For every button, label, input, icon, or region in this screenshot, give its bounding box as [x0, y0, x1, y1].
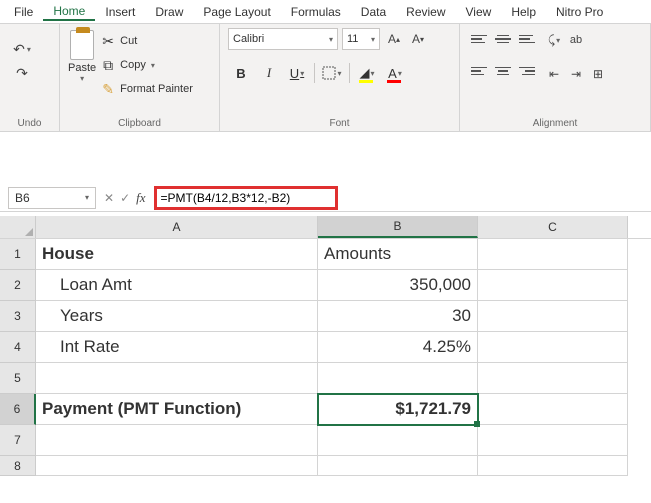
align-left-button[interactable] [468, 60, 490, 82]
cell-B2[interactable]: 350,000 [318, 270, 478, 301]
cell-B7[interactable] [318, 425, 478, 456]
tab-help[interactable]: Help [501, 3, 546, 21]
increase-font-button[interactable]: A▴ [384, 29, 404, 49]
col-header-B[interactable]: B [318, 216, 478, 238]
align-top-button[interactable] [468, 28, 490, 50]
clipboard-group-label: Clipboard [68, 118, 211, 129]
chevron-down-icon: ▾ [85, 193, 89, 202]
decrease-indent-button[interactable]: ⇤ [544, 64, 564, 84]
tab-data[interactable]: Data [351, 3, 396, 21]
cell-C8[interactable] [478, 456, 628, 476]
align-center-button[interactable] [492, 60, 514, 82]
cell-B8[interactable] [318, 456, 478, 476]
cell-A5[interactable] [36, 363, 318, 394]
cell-B1[interactable]: Amounts [318, 239, 478, 270]
border-icon [322, 66, 336, 80]
select-all-corner[interactable] [0, 216, 36, 238]
cell-A3[interactable]: Years [36, 301, 318, 332]
row-header-7[interactable]: 7 [0, 425, 36, 456]
cell-B4[interactable]: 4.25% [318, 332, 478, 363]
enter-formula-icon[interactable]: ✓ [120, 191, 130, 205]
font-name-select[interactable]: Calibri▾ [228, 28, 338, 50]
row-header-2[interactable]: 2 [0, 270, 36, 301]
cell-C4[interactable] [478, 332, 628, 363]
tab-home[interactable]: Home [43, 2, 95, 21]
orientation-button[interactable]: ⤹▾ [544, 30, 564, 50]
cell-B3[interactable]: 30 [318, 301, 478, 332]
cell-A1[interactable]: House [36, 239, 318, 270]
cell-B5[interactable] [318, 363, 478, 394]
cancel-formula-icon[interactable]: ✕ [104, 191, 114, 205]
formula-bar: B6 ▾ ✕ ✓ fx [0, 184, 651, 212]
row-header-8[interactable]: 8 [0, 456, 36, 476]
cell-A6[interactable]: Payment (PMT Function) [36, 394, 318, 425]
scissors-icon: ✂ [100, 33, 116, 49]
copy-icon: ⧉ [100, 57, 116, 73]
cut-button[interactable]: ✂ Cut [100, 30, 193, 52]
tab-formulas[interactable]: Formulas [281, 3, 351, 21]
col-header-C[interactable]: C [478, 216, 628, 238]
tab-insert[interactable]: Insert [95, 3, 145, 21]
cell-A2[interactable]: Loan Amt [36, 270, 318, 301]
undo-button[interactable]: ↶▾ [8, 38, 36, 60]
col-header-A[interactable]: A [36, 216, 318, 238]
paste-button[interactable]: Paste ▾ [68, 28, 96, 83]
redo-button[interactable]: ↷ [8, 62, 36, 84]
cell-C6[interactable] [478, 394, 628, 425]
row-header-6[interactable]: 6 [0, 394, 36, 425]
font-color-button[interactable]: A ▾ [382, 60, 408, 86]
cell-C5[interactable] [478, 363, 628, 394]
tab-draw[interactable]: Draw [145, 3, 193, 21]
font-size-select[interactable]: 11▾ [342, 28, 380, 50]
wrap-text-button[interactable]: ab [566, 30, 586, 50]
format-painter-button[interactable]: ✎ Format Painter [100, 78, 193, 100]
paste-icon [70, 30, 94, 60]
alignment-group-label: Alignment [468, 118, 642, 129]
borders-button[interactable]: ▾ [319, 60, 345, 86]
cell-A4[interactable]: Int Rate [36, 332, 318, 363]
align-middle-button[interactable] [492, 28, 514, 50]
menu-bar: File Home Insert Draw Page Layout Formul… [0, 0, 651, 24]
fx-icon[interactable]: fx [136, 190, 145, 206]
increase-indent-button[interactable]: ⇥ [566, 64, 586, 84]
tab-page-layout[interactable]: Page Layout [193, 3, 280, 21]
italic-button[interactable]: I [256, 60, 282, 86]
cell-A8[interactable] [36, 456, 318, 476]
bucket-icon: ◢ [359, 65, 369, 81]
formula-input[interactable] [161, 191, 331, 205]
undo-group-label: Undo [8, 118, 51, 129]
tab-view[interactable]: View [456, 3, 502, 21]
align-bottom-button[interactable] [516, 28, 538, 50]
row-header-3[interactable]: 3 [0, 301, 36, 332]
cell-C7[interactable] [478, 425, 628, 456]
underline-button[interactable]: U▾ [284, 60, 310, 86]
row-header-5[interactable]: 5 [0, 363, 36, 394]
bold-button[interactable]: B [228, 60, 254, 86]
tab-file[interactable]: File [4, 3, 43, 21]
cell-A7[interactable] [36, 425, 318, 456]
tab-nitro[interactable]: Nitro Pro [546, 3, 613, 21]
merge-button[interactable]: ⊞ [588, 64, 608, 84]
cell-C3[interactable] [478, 301, 628, 332]
chevron-down-icon: ▾ [80, 74, 84, 83]
copy-button[interactable]: ⧉ Copy ▾ [100, 54, 193, 76]
row-header-4[interactable]: 4 [0, 332, 36, 363]
name-box[interactable]: B6 ▾ [8, 187, 96, 209]
cell-B6[interactable]: $1,721.79 [318, 394, 478, 425]
decrease-font-button[interactable]: A▾ [408, 29, 428, 49]
cell-C2[interactable] [478, 270, 628, 301]
tab-review[interactable]: Review [396, 3, 455, 21]
worksheet: A B C 1 House Amounts 2 Loan Amt 350,000… [0, 216, 651, 476]
align-right-button[interactable] [516, 60, 538, 82]
formula-highlight [154, 186, 338, 210]
row-header-1[interactable]: 1 [0, 239, 36, 270]
brush-icon: ✎ [100, 81, 116, 97]
font-group-label: Font [228, 118, 451, 129]
cell-C1[interactable] [478, 239, 628, 270]
fill-color-button[interactable]: ◢ ▾ [354, 60, 380, 86]
ribbon: ↶▾ ↷ Undo Paste ▾ ✂ Cut ⧉ Copy ▾ [0, 24, 651, 132]
